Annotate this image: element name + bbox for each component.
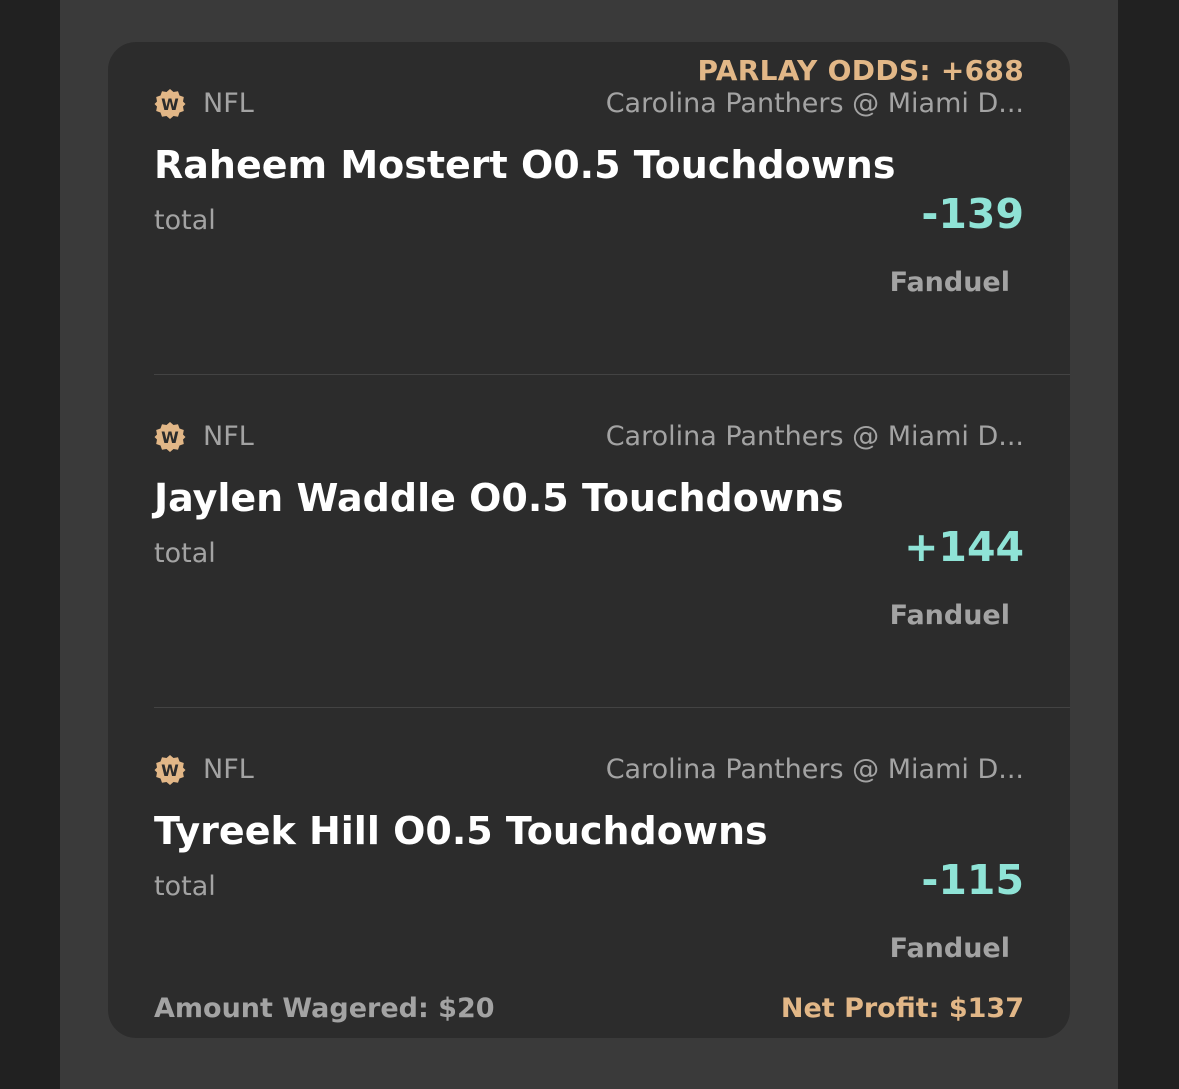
league-tag: W NFL <box>154 421 254 453</box>
league-name: NFL <box>203 421 254 452</box>
league-tag: W NFL <box>154 754 254 786</box>
sportsbook-name: Fanduel <box>889 267 1010 298</box>
leg-odds: -139 <box>921 190 1024 238</box>
market-type: total <box>154 538 216 569</box>
leg-odds: -115 <box>921 856 1024 904</box>
matchup-label: Carolina Panthers @ Miami D... <box>605 88 1024 119</box>
w-badge-icon: W <box>154 422 186 452</box>
bet-leg[interactable]: W NFL Carolina Panthers @ Miami D... Jay… <box>108 375 1070 708</box>
market-type: total <box>154 205 216 236</box>
bet-leg[interactable]: W NFL Carolina Panthers @ Miami D... Tyr… <box>108 708 1070 1038</box>
net-profit: Net Profit: $137 <box>780 993 1024 1024</box>
svg-text:W: W <box>161 428 179 447</box>
bet-leg[interactable]: W NFL Carolina Panthers @ Miami D... Rah… <box>108 42 1070 375</box>
w-badge-icon: W <box>154 89 186 119</box>
leg-odds: +144 <box>904 523 1024 571</box>
parlay-bet-card[interactable]: PARLAY ODDS: +688 W NFL Carolina Panther… <box>108 42 1070 1038</box>
league-name: NFL <box>203 754 254 785</box>
svg-text:W: W <box>161 95 179 114</box>
market-type: total <box>154 871 216 902</box>
pick-title: Raheem Mostert O0.5 Touchdowns <box>154 143 896 187</box>
matchup-label: Carolina Panthers @ Miami D... <box>605 754 1024 785</box>
pick-title: Jaylen Waddle O0.5 Touchdowns <box>154 476 844 520</box>
sportsbook-name: Fanduel <box>889 933 1010 964</box>
league-tag: W NFL <box>154 88 254 120</box>
pick-title: Tyreek Hill O0.5 Touchdowns <box>154 809 768 853</box>
svg-text:W: W <box>161 761 179 780</box>
sportsbook-name: Fanduel <box>889 600 1010 631</box>
matchup-label: Carolina Panthers @ Miami D... <box>605 421 1024 452</box>
league-name: NFL <box>203 88 254 119</box>
amount-wagered: Amount Wagered: $20 <box>154 993 495 1024</box>
w-badge-icon: W <box>154 755 186 785</box>
